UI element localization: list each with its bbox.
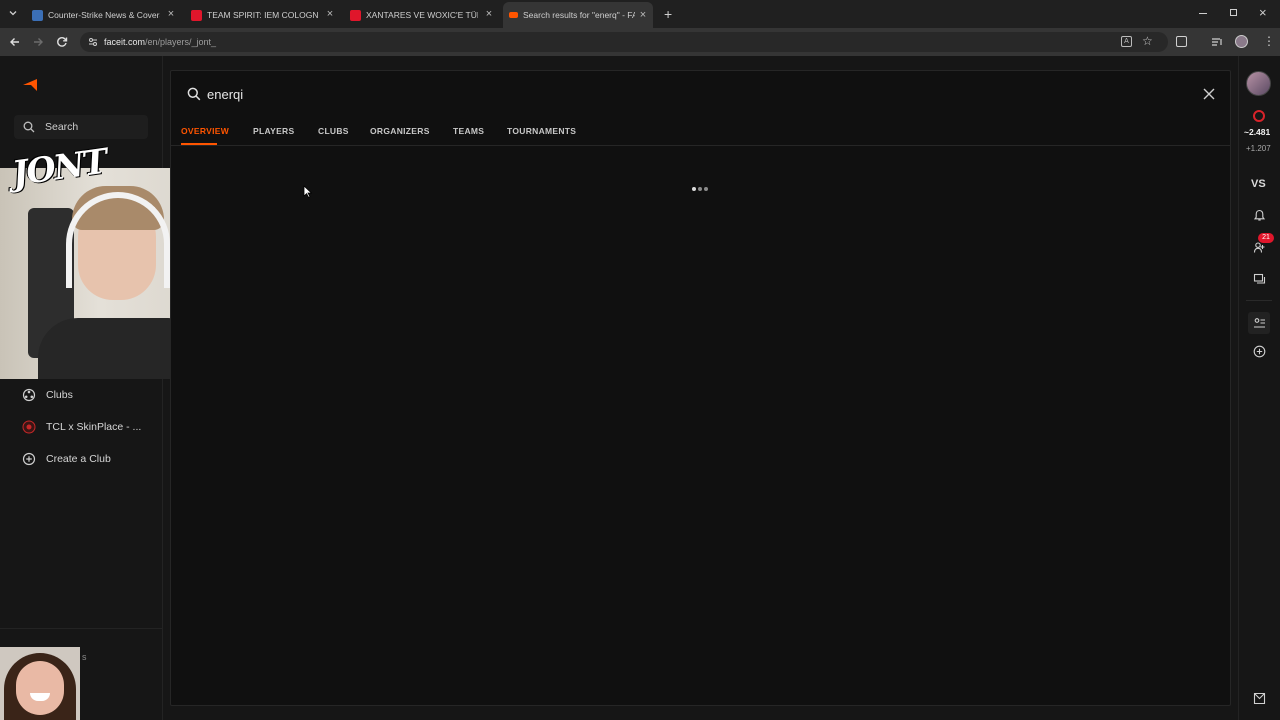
- browser-tab-title: Search results for "enerq" - FAC: [523, 10, 635, 20]
- webcam-headphones: [66, 192, 170, 288]
- help-widget-icon[interactable]: [1250, 689, 1268, 707]
- close-search-icon[interactable]: [1203, 88, 1215, 100]
- browser-tab[interactable]: XANTARES VE WOXIC'E TÜRK C ×: [350, 4, 495, 26]
- browser-tab-active[interactable]: Search results for "enerq" - FAC ×: [503, 2, 653, 28]
- friends-badge: 21: [1258, 233, 1274, 243]
- search-input[interactable]: enerqi: [207, 87, 243, 102]
- minimize-icon[interactable]: [1199, 13, 1207, 14]
- search-icon: [187, 87, 201, 101]
- url-text[interactable]: faceit.com/en/players/_jont_: [104, 37, 216, 47]
- party-queue-icon[interactable]: [1248, 312, 1270, 334]
- tab-teams[interactable]: TEAMS: [453, 126, 484, 136]
- chat-icon[interactable]: [1250, 270, 1268, 288]
- rightbar-divider: [1246, 300, 1272, 301]
- new-tab-icon[interactable]: +: [664, 6, 672, 22]
- loading-spinner-icon: [692, 187, 708, 191]
- translate-icon[interactable]: A: [1121, 36, 1132, 47]
- faceit-logo-icon[interactable]: [22, 78, 38, 92]
- close-tab-icon[interactable]: ×: [165, 8, 177, 20]
- sidebar-item-label: TCL x SkinPlace - ...: [46, 421, 142, 433]
- browser-tab[interactable]: TEAM SPIRIT: IEM COLOGNE 2024 ×: [191, 4, 336, 26]
- bookmark-star-icon[interactable]: ☆: [1142, 34, 1153, 48]
- sidebar-divider: [0, 628, 163, 629]
- youtube-favicon-icon: [350, 9, 361, 21]
- close-tab-icon[interactable]: ×: [324, 8, 336, 20]
- browser-menu-icon[interactable]: ⋮: [1263, 35, 1275, 47]
- sidebar-item-clubs[interactable]: Clubs: [20, 386, 73, 404]
- close-tab-icon[interactable]: ×: [483, 8, 495, 20]
- loading-dot: [698, 187, 702, 191]
- youtube-favicon-icon: [191, 9, 202, 21]
- favicon-icon: [32, 9, 43, 21]
- plus-circle-icon: [20, 450, 38, 468]
- back-icon[interactable]: [9, 36, 21, 48]
- webcam-person-face: [16, 661, 64, 715]
- sidebar-item-label: Clubs: [46, 389, 73, 401]
- url-host: faceit.com: [104, 37, 146, 47]
- url-path: /en/players/_jont_: [145, 37, 217, 47]
- close-window-icon[interactable]: ×: [1259, 5, 1267, 20]
- tabs-divider: [170, 145, 1231, 146]
- add-circle-icon[interactable]: [1250, 342, 1268, 360]
- sidebar-item-tcl-skinplace[interactable]: TCL x SkinPlace - ...: [20, 418, 141, 436]
- search-panel: [170, 70, 1231, 706]
- sidebar-bottom-label: s: [82, 652, 87, 662]
- forward-icon[interactable]: [32, 36, 44, 48]
- sidebar-item-create-club[interactable]: Create a Club: [20, 450, 111, 468]
- close-tab-icon[interactable]: ×: [637, 9, 649, 21]
- skill-level-icon: [1253, 110, 1265, 122]
- tab-tournaments[interactable]: TOURNAMENTS: [507, 126, 576, 136]
- reload-icon[interactable]: [56, 36, 68, 48]
- profile-avatar-icon[interactable]: [1235, 35, 1248, 48]
- sidebar-item-label: Create a Club: [46, 453, 111, 465]
- tab-overview[interactable]: OVERVIEW: [181, 126, 229, 136]
- sidebar-search-label: Search: [45, 121, 79, 133]
- address-bar[interactable]: [80, 32, 1168, 52]
- mouse-cursor-icon: [303, 185, 312, 198]
- loading-dot: [704, 187, 708, 191]
- restore-icon[interactable]: [1230, 9, 1237, 16]
- right-sidebar: [1238, 56, 1280, 720]
- browser-tab-strip: Counter-Strike News & Coverage × TEAM SP…: [0, 0, 1280, 28]
- site-info-icon[interactable]: [88, 37, 98, 47]
- media-controls-icon[interactable]: [1211, 37, 1223, 47]
- elo-delta: +1.207: [1246, 144, 1271, 153]
- browser-tab-title: XANTARES VE WOXIC'E TÜRK C: [366, 10, 478, 20]
- notifications-bell-icon[interactable]: [1250, 206, 1268, 224]
- tab-clubs[interactable]: CLUBS: [318, 126, 349, 136]
- elo-value: ~2.481: [1244, 127, 1271, 137]
- clubs-icon: [20, 386, 38, 404]
- search-icon: [23, 121, 35, 133]
- loading-dot: [692, 187, 696, 191]
- vs-button[interactable]: VS: [1251, 178, 1266, 190]
- faceit-favicon-icon: [509, 12, 518, 18]
- sidebar-search[interactable]: Search: [14, 115, 148, 139]
- tab-organizers[interactable]: ORGANIZERS: [370, 126, 430, 136]
- tab-players[interactable]: PLAYERS: [253, 126, 294, 136]
- browser-tab-title: Counter-Strike News & Coverage: [48, 10, 160, 20]
- tab-list-chevron-icon[interactable]: [8, 8, 18, 18]
- user-avatar[interactable]: [1246, 71, 1271, 96]
- browser-tab[interactable]: Counter-Strike News & Coverage ×: [32, 4, 177, 26]
- webcam-overlay-small: [0, 647, 80, 720]
- club-avatar-icon: [20, 418, 38, 436]
- extensions-icon[interactable]: [1176, 36, 1187, 47]
- browser-tab-title: TEAM SPIRIT: IEM COLOGNE 2024: [207, 10, 319, 20]
